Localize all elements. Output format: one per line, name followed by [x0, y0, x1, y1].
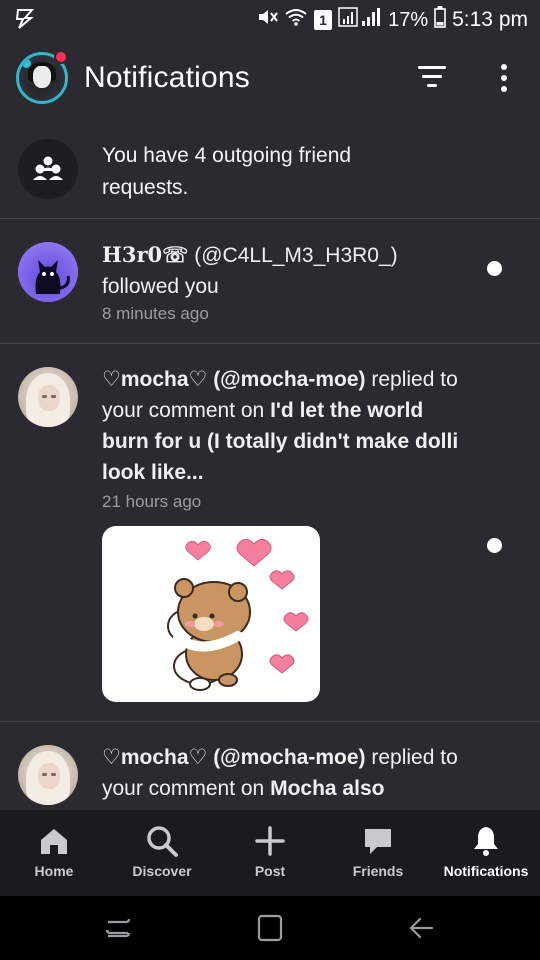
- post-title-link[interactable]: Mocha also: [270, 777, 384, 800]
- user-display-name[interactable]: ♡mocha♡: [102, 368, 207, 391]
- notification-action: replied: [371, 368, 435, 391]
- nav-label: Friends: [352, 863, 404, 879]
- nav-discover[interactable]: Discover: [108, 810, 216, 896]
- nav-label: Notifications: [443, 863, 529, 879]
- home-icon: [37, 824, 71, 858]
- notification-text: ♡mocha♡ (@mocha-moe) replied to your com…: [102, 742, 462, 804]
- user-display-name[interactable]: ♡mocha♡: [102, 746, 207, 769]
- notification-time: 8 minutes ago: [102, 304, 209, 323]
- nav-label: Post: [254, 863, 286, 879]
- battery-percent: 17%: [388, 8, 429, 31]
- notification-count-badge: 1: [314, 10, 333, 30]
- wifi-icon: [284, 7, 308, 33]
- notification-action: replied: [371, 746, 435, 769]
- nav-friends[interactable]: Friends: [324, 810, 432, 896]
- bear-hug-sticker[interactable]: [102, 526, 320, 702]
- clock: 5:13 pm: [452, 8, 528, 31]
- filter-icon: [418, 66, 446, 69]
- signal-icon: [338, 7, 382, 33]
- unread-indicator: [487, 261, 502, 276]
- nav-post[interactable]: Post: [216, 810, 324, 896]
- notification-item[interactable]: ♡mocha♡ (@mocha-moe) replied to your com…: [0, 722, 540, 810]
- nav-notifications[interactable]: Notifications: [432, 810, 540, 896]
- nav-label: Discover: [132, 863, 192, 879]
- people-group-icon: [18, 139, 78, 199]
- user-handle[interactable]: (@mocha-moe): [213, 746, 365, 769]
- unread-indicator: [487, 538, 502, 553]
- home-button-icon[interactable]: [250, 910, 290, 946]
- notification-item[interactable]: ♡mocha♡ (@mocha-moe) replied to your com…: [0, 344, 540, 721]
- notification-text: H3r0☏ (@C4LL_M3_H3R0_) followed you: [102, 239, 462, 302]
- notification-text: ♡mocha♡ (@mocha-moe) replied to your com…: [102, 364, 462, 488]
- more-options-button[interactable]: [494, 64, 514, 94]
- outgoing-friend-requests-row[interactable]: You have 4 outgoing friend requests.: [0, 120, 540, 218]
- chat-bubble-icon: [361, 824, 395, 858]
- nav-home[interactable]: Home: [0, 810, 108, 896]
- notification-action: followed you: [102, 275, 219, 298]
- app-bar: Notifications: [0, 40, 540, 118]
- filter-button[interactable]: [416, 66, 448, 92]
- avatar[interactable]: [18, 242, 78, 302]
- system-navigation-bar: [0, 896, 540, 960]
- friend-requests-text: You have 4 outgoing friend requests.: [102, 144, 352, 199]
- user-handle[interactable]: (@C4LL_M3_H3R0_): [194, 244, 397, 267]
- user-handle[interactable]: (@mocha-moe): [213, 368, 365, 391]
- page-title: Notifications: [84, 61, 251, 94]
- nav-label: Home: [34, 863, 74, 879]
- recent-apps-icon[interactable]: [98, 910, 138, 946]
- plus-icon: [253, 824, 287, 858]
- notification-item[interactable]: H3r0☏ (@C4LL_M3_H3R0_) followed you 8 mi…: [0, 219, 540, 343]
- bell-icon: [469, 824, 503, 858]
- profile-notification-badge: [54, 50, 68, 64]
- notification-time: 21 hours ago: [102, 492, 202, 511]
- battery-icon: [434, 6, 446, 34]
- app-status-icon: [14, 8, 36, 35]
- bottom-navigation: Home Discover Post Friends Notifications: [0, 810, 540, 896]
- more-vertical-icon: [501, 64, 507, 70]
- avatar[interactable]: [18, 367, 78, 427]
- search-icon: [145, 824, 179, 858]
- status-bar: 1 17% 5:13 pm: [0, 0, 540, 40]
- back-icon[interactable]: [402, 910, 442, 946]
- mute-icon: [256, 7, 278, 33]
- avatar[interactable]: [18, 745, 78, 805]
- user-display-name[interactable]: H3r0☏: [102, 242, 188, 267]
